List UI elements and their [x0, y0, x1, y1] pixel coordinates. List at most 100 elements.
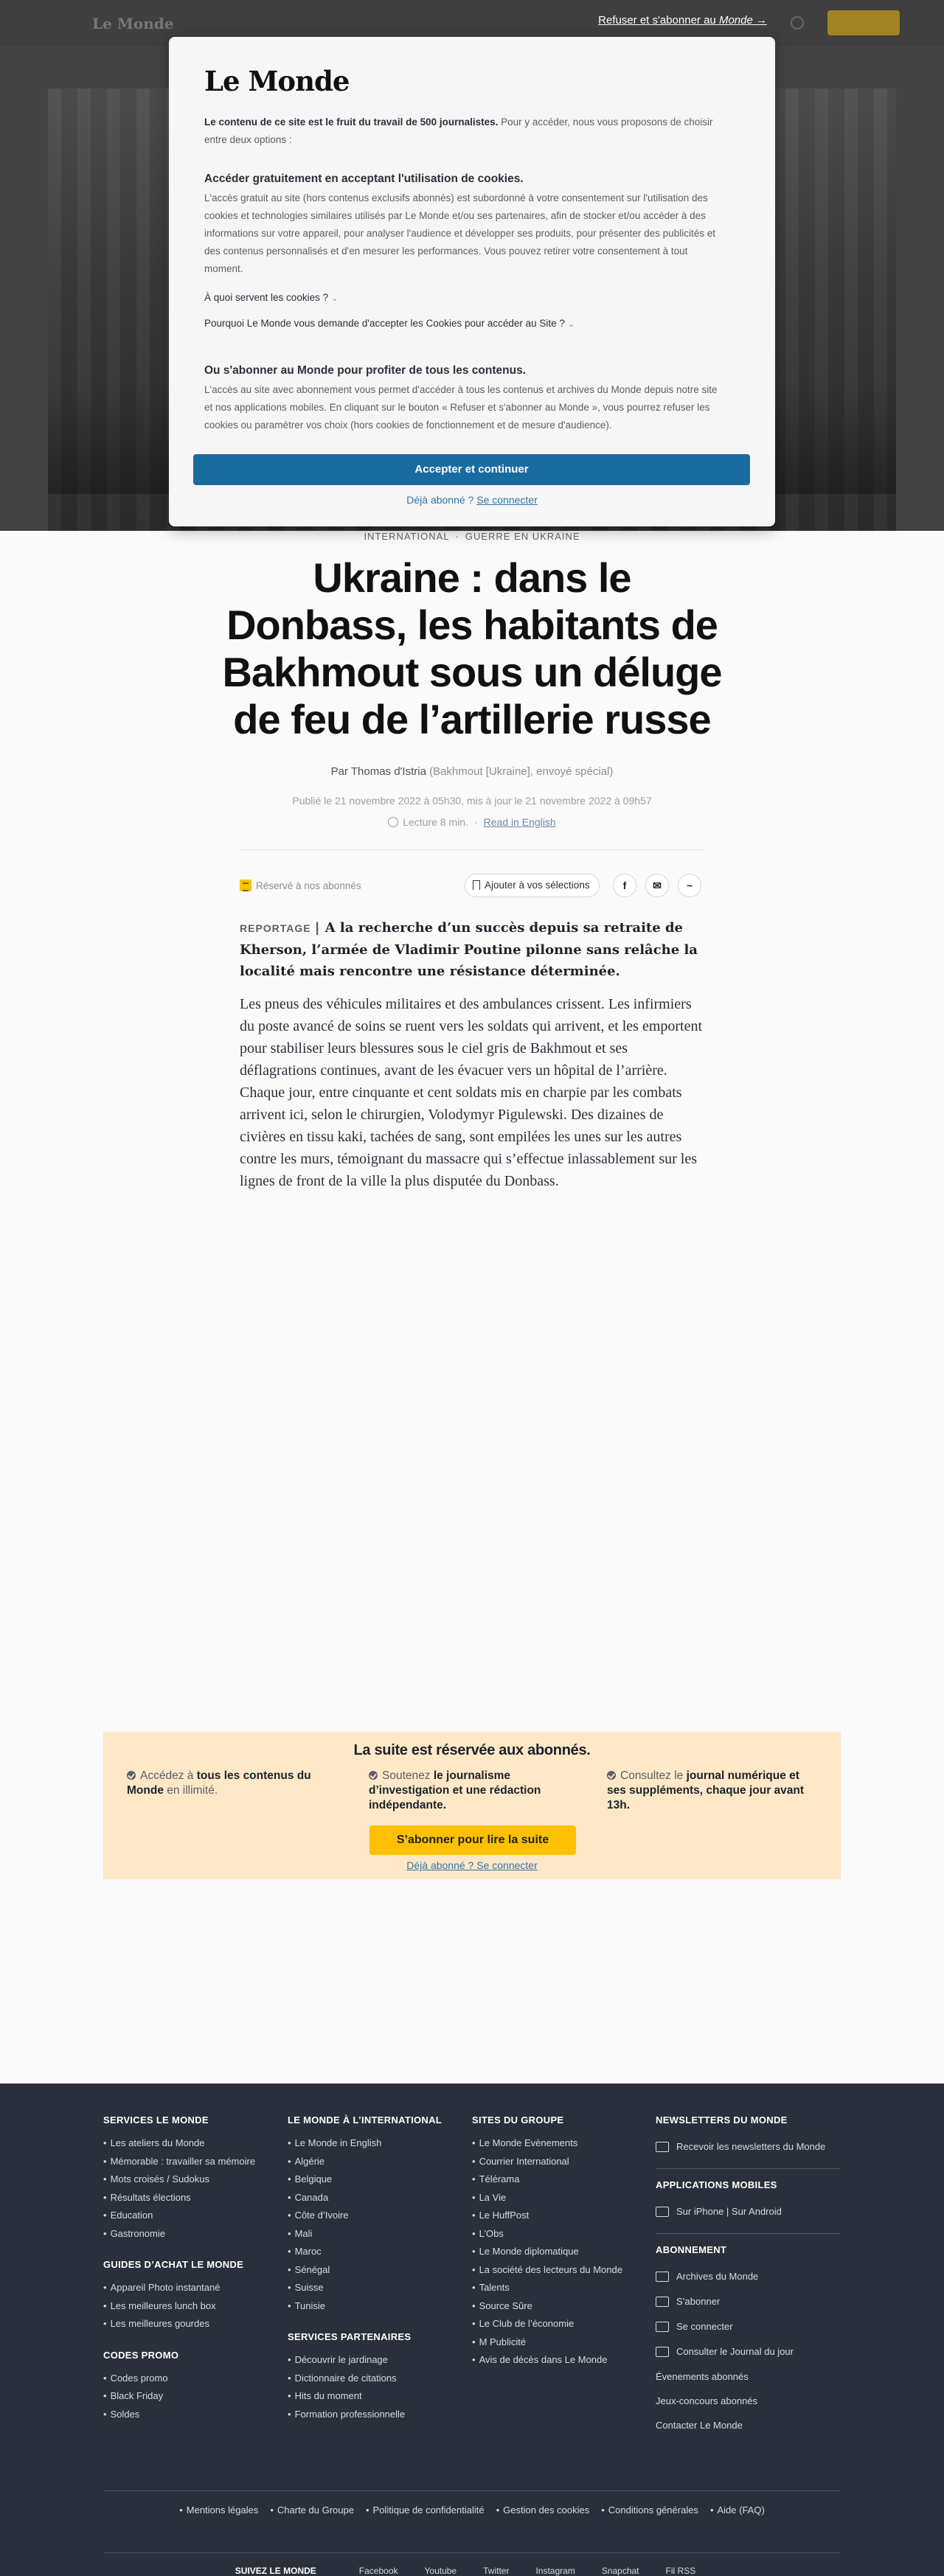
paywall-benefit: Consultez le journal numérique et ses su… — [607, 1769, 805, 1811]
footer-link[interactable]: L’Obs — [472, 2225, 649, 2243]
footer-link[interactable]: Formation professionnelle — [288, 2406, 465, 2424]
check-icon — [127, 1771, 136, 1780]
option2-title: Ou s'abonner au Monde pour profiter de t… — [204, 364, 526, 377]
footer-link[interactable]: Le Monde in English — [288, 2134, 465, 2153]
footer-link[interactable]: Le Monde Evènements — [472, 2134, 649, 2153]
footer-link[interactable]: Mali — [288, 2225, 465, 2243]
modal-logo: Le Monde — [204, 65, 350, 97]
social-link[interactable]: Twitter — [483, 2566, 509, 2576]
footer-heading: GUIDES D’ACHAT LE MONDE — [103, 2259, 244, 2270]
cookies-purpose-toggle[interactable]: À quoi servent les cookies ? ⌄ — [204, 292, 338, 303]
footer-link[interactable]: Education — [103, 2207, 280, 2225]
mobile-apps-link[interactable]: Sur iPhone | Sur Android — [656, 2199, 841, 2224]
footer-link[interactable]: Résultats élections — [103, 2189, 280, 2207]
social-link[interactable]: Facebook — [359, 2566, 398, 2576]
footer-link[interactable]: Télérama — [472, 2171, 649, 2189]
read-in-english-link[interactable]: Read in English — [484, 816, 556, 828]
footer-link[interactable]: Soldes — [103, 2406, 280, 2424]
footer-link[interactable]: Mémorable : travailler sa mémoire — [103, 2153, 280, 2171]
daily-journal-link[interactable]: Consulter le Journal du jour — [656, 2339, 841, 2364]
email-share-icon[interactable]: ✉ — [645, 874, 669, 897]
contact-link[interactable]: Contacter Le Monde — [656, 2413, 841, 2437]
footer-link[interactable]: La Vie — [472, 2189, 649, 2207]
footer-link[interactable]: Algérie — [288, 2153, 465, 2171]
footer-heading: APPLICATIONS MOBILES — [656, 2179, 777, 2190]
footer-link[interactable]: Les meilleures gourdes — [103, 2315, 280, 2333]
subscribe-link[interactable]: S’abonner — [656, 2289, 841, 2314]
clock-icon — [388, 817, 399, 827]
footer-link[interactable]: Le Monde diplomatique — [472, 2243, 649, 2261]
paywall-box: La suite est réservée aux abonnés. Accéd… — [103, 1732, 841, 1879]
consent-modal: Le Monde Le contenu de ce site est le fr… — [169, 37, 775, 526]
accept-and-continue-button[interactable]: Accepter et continuer — [193, 454, 750, 485]
subsection-link[interactable]: GUERRE EN UKRAINE — [465, 531, 580, 542]
add-to-selection-button[interactable]: Ajouter à vos sélections — [465, 874, 600, 897]
footer-link[interactable]: Source Sûre — [472, 2297, 649, 2316]
legal-link[interactable]: Gestion des cookies — [496, 2504, 590, 2516]
footer-link[interactable]: Canada — [288, 2189, 465, 2207]
footer-link[interactable]: Mots croisés / Sudokus — [103, 2171, 280, 2189]
footer-link[interactable]: Le Club de l’économie — [472, 2315, 649, 2333]
author-name[interactable]: Par Thomas d'Istria — [331, 765, 426, 778]
section-link[interactable]: INTERNATIONAL — [364, 531, 449, 542]
messenger-share-icon[interactable]: ~ — [678, 874, 701, 897]
social-link[interactable]: Fil RSS — [666, 2566, 696, 2576]
legal-link[interactable]: Politique de confidentialité — [366, 2504, 485, 2516]
footer-link[interactable]: Le HuffPost — [472, 2207, 649, 2225]
legal-link[interactable]: Charte du Groupe — [270, 2504, 354, 2516]
footer-link[interactable]: Côte d’Ivoire — [288, 2207, 465, 2225]
legal-link[interactable]: Aide (FAQ) — [710, 2504, 765, 2516]
footer-link[interactable]: Black Friday — [103, 2387, 280, 2406]
events-link[interactable]: Évenements abonnés — [656, 2364, 841, 2389]
modal-login: Déjà abonné ? Se connecter — [406, 494, 538, 506]
footer-link[interactable]: Gastronomie — [103, 2225, 280, 2243]
footer-link[interactable]: Tunisie — [288, 2297, 465, 2316]
footer-link[interactable]: Codes promo — [103, 2370, 280, 2388]
footer-link[interactable]: La société des lecteurs du Monde — [472, 2261, 649, 2280]
social-link[interactable]: Snapchat — [602, 2566, 639, 2576]
footer-link[interactable]: Découvrir le jardinage — [288, 2351, 465, 2370]
footer-link[interactable]: Avis de décès dans Le Monde — [472, 2351, 649, 2370]
archive-icon — [656, 2272, 669, 2282]
contests-link[interactable]: Jeux-concours abonnés — [656, 2389, 841, 2413]
footer-link[interactable]: Appareil Photo instantané — [103, 2279, 280, 2297]
footer-link[interactable]: Sénégal — [288, 2261, 465, 2280]
header-subscribe-button[interactable] — [827, 10, 900, 35]
footer-link[interactable]: Talents — [472, 2279, 649, 2297]
footer-link[interactable]: Belgique — [288, 2171, 465, 2189]
footer-link[interactable]: Courrier International — [472, 2153, 649, 2171]
page: Le Monde Refuser et s'abonner au Monde →… — [0, 0, 944, 2576]
header-logo[interactable]: Le Monde — [92, 15, 173, 32]
social-link[interactable]: Instagram — [535, 2566, 575, 2576]
refuse-and-subscribe-link[interactable]: Refuser et s'abonner au Monde → — [598, 14, 767, 27]
breadcrumb: INTERNATIONAL · GUERRE EN UKRAINE — [364, 531, 580, 542]
mail-icon — [656, 2142, 669, 2152]
footer-link[interactable]: Dictionnaire de citations — [288, 2370, 465, 2388]
legal-link[interactable]: Conditions générales — [601, 2504, 698, 2516]
footer-link[interactable]: Les ateliers du Monde — [103, 2134, 280, 2153]
social-title: SUIVEZ LE MONDE — [235, 2566, 316, 2576]
subscribe-to-read-button[interactable]: S’abonner pour lire la suite — [369, 1825, 576, 1855]
footer-link[interactable]: Hits du moment — [288, 2387, 465, 2406]
facebook-share-icon[interactable]: f — [613, 874, 636, 897]
account-icon[interactable] — [791, 16, 804, 29]
archives-link[interactable]: Archives du Monde — [656, 2264, 841, 2289]
article-type-tag: REPORTAGE — [240, 922, 311, 934]
why-accept-cookies-toggle[interactable]: Pourquoi Le Monde vous demande d'accepte… — [204, 318, 575, 329]
social-link[interactable]: Youtube — [425, 2566, 457, 2576]
check-icon — [607, 1771, 616, 1780]
article-toolbar: Réservé à nos abonnés Ajouter à vos séle… — [240, 874, 704, 899]
footer-link[interactable]: Suisse — [288, 2279, 465, 2297]
footer-heading: SERVICES LE MONDE — [103, 2114, 209, 2126]
footer-link[interactable]: Maroc — [288, 2243, 465, 2261]
footer-link[interactable]: Les meilleures lunch box — [103, 2297, 280, 2316]
paywall-login-link[interactable]: Déjà abonné ? Se connecter — [103, 1859, 841, 1871]
bookmark-icon — [473, 880, 480, 890]
user-icon — [656, 2322, 669, 2332]
login-link[interactable]: Se connecter — [656, 2314, 841, 2339]
social-links: SUIVEZ LE MONDE Facebook Youtube Twitter Ins… — [0, 2566, 944, 2576]
modal-login-link[interactable]: Se connecter — [476, 494, 538, 506]
newsletters-link[interactable]: Recevoir les newsletters du Monde — [656, 2134, 841, 2159]
footer-link[interactable]: M Publicité — [472, 2333, 649, 2352]
legal-link[interactable]: Mentions légales — [179, 2504, 258, 2516]
